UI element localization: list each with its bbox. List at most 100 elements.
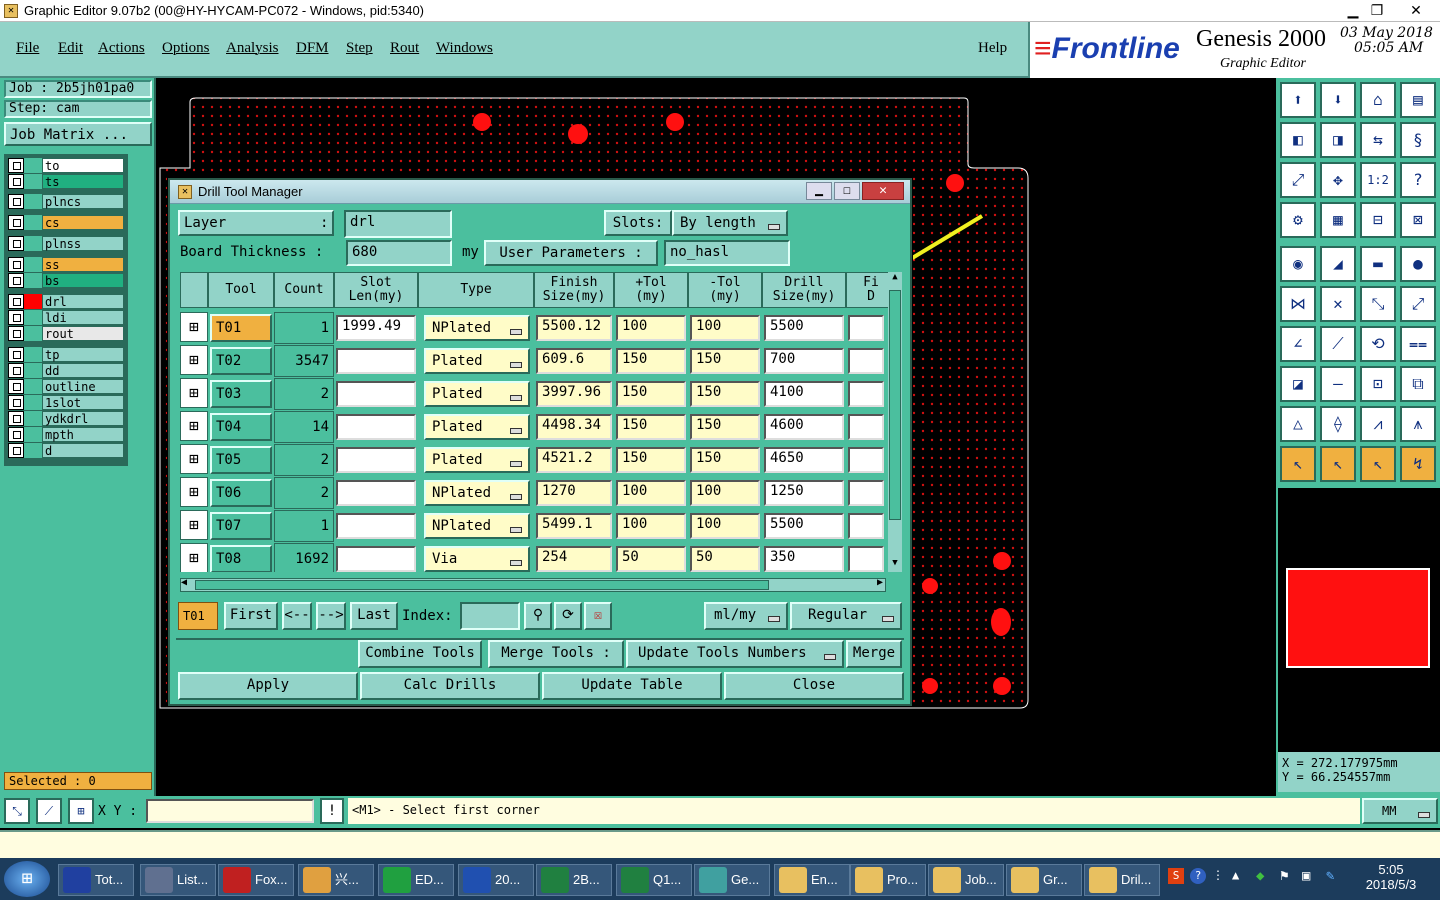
column-header[interactable]: -Tol (my) — [688, 272, 762, 308]
lock-icon[interactable]: ⚲ — [524, 602, 552, 630]
minus-tol-input[interactable]: 100 — [690, 480, 760, 506]
layer-item[interactable]: ldi — [8, 310, 124, 325]
layer-checkbox[interactable] — [8, 257, 24, 272]
layer-checkbox[interactable] — [8, 194, 24, 209]
filter-b-icon[interactable]: ⊠ — [1400, 202, 1436, 238]
zoom-ratio-icon[interactable]: 1:2 — [1360, 162, 1396, 198]
job-matrix-button[interactable]: Job Matrix ... — [4, 122, 152, 146]
angle-icon[interactable]: ∠ — [1280, 326, 1316, 362]
tool-button[interactable]: T03 — [210, 380, 272, 408]
layer-item[interactable]: plnss — [8, 236, 124, 251]
plus-tol-input[interactable]: 100 — [616, 315, 686, 341]
type-select[interactable]: Plated — [424, 348, 530, 374]
taskbar-app[interactable]: Pro... — [850, 864, 926, 896]
tray-flag-icon[interactable]: ⚑ — [1280, 868, 1288, 884]
taskbar-app[interactable]: En... — [774, 864, 850, 896]
move-icon[interactable]: ⤡ — [1360, 286, 1396, 322]
polygon-icon[interactable]: ◢ — [1320, 246, 1356, 282]
column-header[interactable]: Count — [274, 272, 334, 308]
taskbar-app[interactable]: List... — [140, 864, 216, 896]
fit-icon[interactable]: ⤢ — [1280, 162, 1316, 198]
query-icon[interactable]: ? — [1400, 162, 1436, 198]
grid-icon[interactable]: ⊞ — [68, 798, 94, 824]
type-select[interactable]: NPlated — [424, 480, 530, 506]
dialog-close-icon[interactable]: ✕ — [862, 182, 904, 200]
user-params-input[interactable]: no_hasl — [664, 240, 790, 266]
tool-button[interactable]: T07 — [210, 512, 272, 540]
column-header[interactable]: Type — [418, 272, 534, 308]
layout-icon[interactable]: ▤ — [1400, 82, 1436, 118]
slot-length-input[interactable] — [336, 546, 416, 572]
layer-item[interactable]: ydkdrl — [8, 411, 124, 426]
refresh-icon[interactable]: ⟳ — [554, 602, 582, 630]
row-select-icon[interactable]: ⊞ — [180, 312, 208, 342]
column-header[interactable]: Drill Size(my) — [762, 272, 846, 308]
finish-size-input[interactable]: 1270 — [536, 480, 612, 506]
final-drill-input[interactable] — [848, 381, 884, 407]
row-select-icon[interactable]: ⊞ — [180, 444, 208, 474]
plus-tol-input[interactable]: 150 — [616, 348, 686, 374]
layer-checkbox[interactable] — [8, 236, 24, 251]
layer-checkbox[interactable] — [8, 427, 24, 442]
pan-icon[interactable]: ✥ — [1320, 162, 1356, 198]
close-icon[interactable]: ✕ — [1396, 0, 1436, 22]
finish-size-input[interactable]: 5499.1 — [536, 513, 612, 539]
minus-tol-input[interactable]: 150 — [690, 381, 760, 407]
alert-icon[interactable]: ! — [320, 798, 344, 824]
tray-app-icon[interactable]: ◆ — [1256, 868, 1264, 884]
update-table-button[interactable]: Update Table — [542, 672, 722, 700]
measure-icon[interactable]: ⟋ — [36, 798, 62, 824]
type-select[interactable]: NPlated — [424, 513, 530, 539]
layer-checkbox[interactable] — [8, 379, 24, 394]
column-header[interactable]: Slot Len(my) — [334, 272, 418, 308]
filter-a-icon[interactable]: ⊟ — [1360, 202, 1396, 238]
slot-length-input[interactable] — [336, 414, 416, 440]
final-drill-input[interactable] — [848, 513, 884, 539]
final-drill-input[interactable] — [848, 414, 884, 440]
minus-tol-input[interactable]: 150 — [690, 414, 760, 440]
layer-item[interactable]: 1slot — [8, 395, 124, 410]
menu-rout[interactable]: Rout — [390, 40, 419, 57]
menu-windows[interactable]: Windows — [436, 40, 493, 57]
row-select-icon[interactable]: ⊞ — [180, 477, 208, 507]
pointer-b-icon[interactable]: ↖ — [1320, 446, 1356, 482]
finish-size-input[interactable]: 4521.2 — [536, 447, 612, 473]
slot-length-input[interactable] — [336, 513, 416, 539]
menu-file[interactable]: File — [16, 40, 39, 57]
minus-tol-input[interactable]: 50 — [690, 546, 760, 572]
slot-length-input[interactable] — [336, 381, 416, 407]
tool-button[interactable]: T05 — [210, 446, 272, 474]
left-panel-icon[interactable]: ◧ — [1280, 122, 1316, 158]
final-drill-input[interactable] — [848, 447, 884, 473]
dialog-minimize-icon[interactable]: ▁ — [806, 182, 832, 200]
slot-length-input[interactable] — [336, 447, 416, 473]
taskbar-app[interactable]: 20... — [458, 864, 534, 896]
update-tools-numbers-select[interactable]: Update Tools Numbers — [626, 640, 844, 668]
layer-checkbox[interactable] — [8, 310, 24, 325]
layer-item[interactable]: bs — [8, 273, 124, 288]
menu-actions[interactable]: Actions — [98, 40, 145, 57]
minus-tol-input[interactable]: 100 — [690, 315, 760, 341]
taskbar-app[interactable]: ED... — [378, 864, 454, 896]
drill-size-input[interactable]: 5500 — [764, 315, 844, 341]
drill-size-input[interactable]: 700 — [764, 348, 844, 374]
last-button[interactable]: Last — [350, 602, 398, 630]
tool-button[interactable]: T06 — [210, 479, 272, 507]
slot-length-input[interactable] — [336, 348, 416, 374]
layer-checkbox[interactable] — [8, 174, 24, 189]
pointer-a-icon[interactable]: ↖ — [1280, 446, 1316, 482]
taskbar-app[interactable]: Tot... — [58, 864, 134, 896]
prev-button[interactable]: <-- — [282, 602, 312, 630]
taskbar-app[interactable]: Ge... — [694, 864, 770, 896]
taskbar-app[interactable]: Gr... — [1006, 864, 1082, 896]
triangle-a-icon[interactable]: △ — [1280, 406, 1316, 442]
layer-checkbox[interactable] — [8, 294, 24, 309]
taskbar-app[interactable]: 2B... — [536, 864, 612, 896]
rotate-icon[interactable]: ⟲ — [1360, 326, 1396, 362]
mirror-icon[interactable]: ⩵ — [1400, 326, 1436, 362]
row-select-icon[interactable]: ⊞ — [180, 345, 208, 375]
column-header[interactable]: +Tol (my) — [614, 272, 688, 308]
layer-down-icon[interactable]: ⬇ — [1320, 82, 1356, 118]
plus-tol-input[interactable]: 50 — [616, 546, 686, 572]
tray-expand-icon[interactable]: ▲ — [1232, 868, 1239, 882]
